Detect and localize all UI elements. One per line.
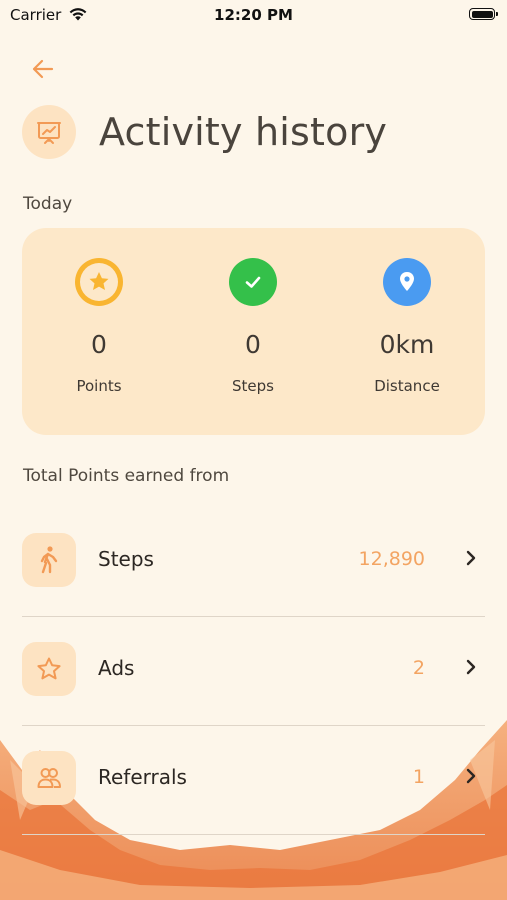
list-item-steps[interactable]: Steps 12,890 [22, 507, 485, 617]
distance-value: 0km [379, 330, 435, 359]
check-icon [229, 258, 277, 306]
today-summary-card: 0 Points 0 Steps 0km Distance [22, 228, 485, 435]
status-bar: Carrier 12:20 PM [0, 0, 507, 32]
steps-label: Steps [232, 377, 274, 395]
row-label: Ads [98, 656, 135, 680]
page-title: Activity history [99, 110, 388, 154]
stat-distance: 0km Distance [330, 228, 484, 395]
row-value: 12,890 [358, 548, 425, 570]
walking-icon [22, 533, 76, 587]
battery-icon [469, 8, 498, 20]
total-points-label: Total Points earned from [23, 466, 230, 486]
presentation-chart-icon [22, 105, 76, 159]
steps-value: 0 [245, 330, 261, 359]
star-icon [75, 258, 123, 306]
list-item-ads[interactable]: Ads 2 [22, 616, 485, 726]
arrow-left-icon [32, 59, 54, 79]
distance-label: Distance [374, 377, 440, 395]
list-item-referrals[interactable]: Referrals 1 [22, 725, 485, 835]
row-value: 1 [412, 766, 425, 788]
row-value: 2 [412, 657, 425, 679]
row-divider [22, 834, 485, 835]
points-value: 0 [91, 330, 107, 359]
chevron-right-icon [466, 659, 476, 675]
points-label: Points [76, 377, 122, 395]
back-button[interactable] [28, 56, 58, 82]
row-label: Referrals [98, 765, 187, 789]
location-pin-icon [383, 258, 431, 306]
chevron-right-icon [466, 768, 476, 784]
today-label: Today [23, 194, 73, 214]
star-outline-icon [22, 642, 76, 696]
chevron-right-icon [466, 550, 476, 566]
row-label: Steps [98, 547, 154, 571]
stat-points: 0 Points [22, 228, 176, 395]
users-icon [22, 751, 76, 805]
status-time: 12:20 PM [214, 6, 293, 24]
stat-steps: 0 Steps [176, 228, 330, 395]
